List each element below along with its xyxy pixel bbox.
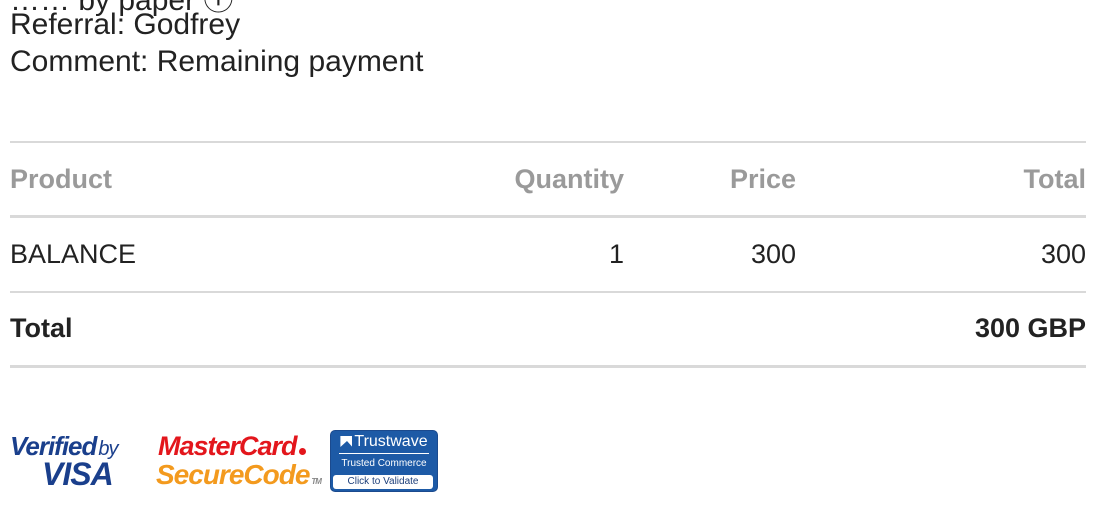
trustwave-seal[interactable]: Trustwave Trusted Commerce Click to Vali… xyxy=(330,430,438,492)
row-quantity: 1 xyxy=(608,239,624,269)
trademark-mark: TM xyxy=(311,477,322,486)
total-label: Total xyxy=(10,313,73,343)
row-price: 300 xyxy=(750,239,796,269)
visa-text: VISA xyxy=(42,456,114,492)
total-amount: 300 GBP xyxy=(974,313,1086,343)
column-header-quantity: Quantity xyxy=(514,164,624,194)
row-divider xyxy=(10,291,1086,293)
securecode-text: SecureCode xyxy=(156,459,310,490)
row-total: 300 xyxy=(1040,239,1086,269)
mastercard-securecode-logo: MasterCard SecureCode TM xyxy=(156,430,322,492)
column-header-product: Product xyxy=(10,164,113,194)
trustwave-subtitle: Trusted Commerce xyxy=(341,458,427,469)
column-header-price: Price xyxy=(729,164,796,194)
column-header-total: Total xyxy=(1023,164,1087,194)
mastercard-dot-icon xyxy=(298,448,306,455)
referral-line: Referral: Godfrey xyxy=(10,8,241,41)
verified-by-visa-logo: Verified by VISA xyxy=(10,430,140,492)
comment-line: Comment: Remaining payment xyxy=(10,45,424,78)
trustwave-title: Trustwave xyxy=(354,433,428,450)
header-divider xyxy=(10,215,1086,218)
click-to-validate-button[interactable]: Click to Validate xyxy=(333,475,433,489)
table-bottom-divider xyxy=(10,365,1086,368)
table-top-divider xyxy=(10,141,1086,143)
trustwave-logo-icon xyxy=(340,436,353,447)
trustwave-divider xyxy=(339,453,429,454)
mastercard-text: MasterCard xyxy=(158,431,298,461)
row-product: BALANCE xyxy=(10,239,137,269)
